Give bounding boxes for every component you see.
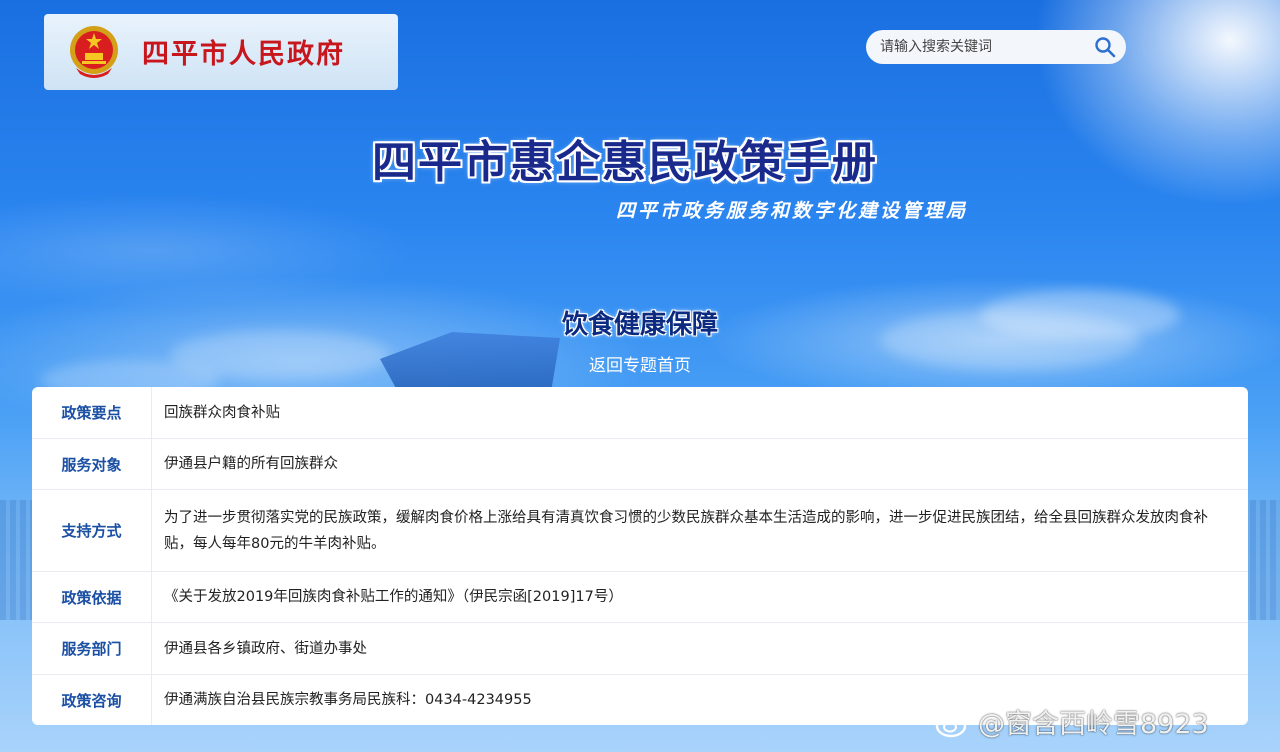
table-row: 政策要点 回族群众肉食补贴 xyxy=(32,387,1248,439)
policy-table: 政策要点 回族群众肉食补贴 服务对象 伊通县户籍的所有回族群众 支持方式 为了进… xyxy=(32,387,1248,725)
banner-title: 四平市惠企惠民政策手册 xyxy=(372,137,878,188)
table-row: 政策依据 《关于发放2019年回族肉食补贴工作的通知》（伊民宗函[2019]17… xyxy=(32,572,1248,623)
watermark: @窗含西岭雪8923 xyxy=(934,702,1209,741)
row-label: 政策依据 xyxy=(32,572,152,622)
row-label: 政策咨询 xyxy=(32,675,152,725)
table-row: 服务部门 伊通县各乡镇政府、街道办事处 xyxy=(32,623,1248,675)
weibo-icon xyxy=(935,709,971,737)
search-icon[interactable] xyxy=(1094,36,1116,58)
page-title: 饮食健康保障 xyxy=(561,310,718,340)
row-value: 《关于发放2019年回族肉食补贴工作的通知》（伊民宗函[2019]17号） xyxy=(164,589,623,605)
back-to-topic-link[interactable]: 返回专题首页 xyxy=(0,351,1280,376)
search-box xyxy=(866,30,1126,64)
row-value: 回族群众肉食补贴 xyxy=(164,404,280,421)
search-input[interactable] xyxy=(880,32,1090,62)
row-value: 伊通县各乡镇政府、街道办事处 xyxy=(164,640,367,657)
row-label: 服务部门 xyxy=(32,623,152,674)
row-label: 支持方式 xyxy=(32,490,152,571)
national-emblem-icon xyxy=(70,26,118,78)
site-logo-text: 四平市人民政府 xyxy=(142,39,345,70)
table-row: 服务对象 伊通县户籍的所有回族群众 xyxy=(32,439,1248,490)
row-label: 服务对象 xyxy=(32,439,152,489)
row-label: 政策要点 xyxy=(32,387,152,438)
row-value: 为了进一步贯彻落实党的民族政策，缓解肉食价格上涨给具有清真饮食习惯的少数民族群众… xyxy=(164,509,1208,552)
row-value: 伊通县户籍的所有回族群众 xyxy=(164,456,338,472)
watermark-text: @窗含西岭雪8923 xyxy=(978,709,1209,740)
table-row: 支持方式 为了进一步贯彻落实党的民族政策，缓解肉食价格上涨给具有清真饮食习惯的少… xyxy=(32,490,1248,572)
banner-subtitle: 四平市政务服务和数字化建设管理局 xyxy=(616,200,969,222)
site-logo[interactable]: 四平市人民政府 xyxy=(44,14,398,90)
